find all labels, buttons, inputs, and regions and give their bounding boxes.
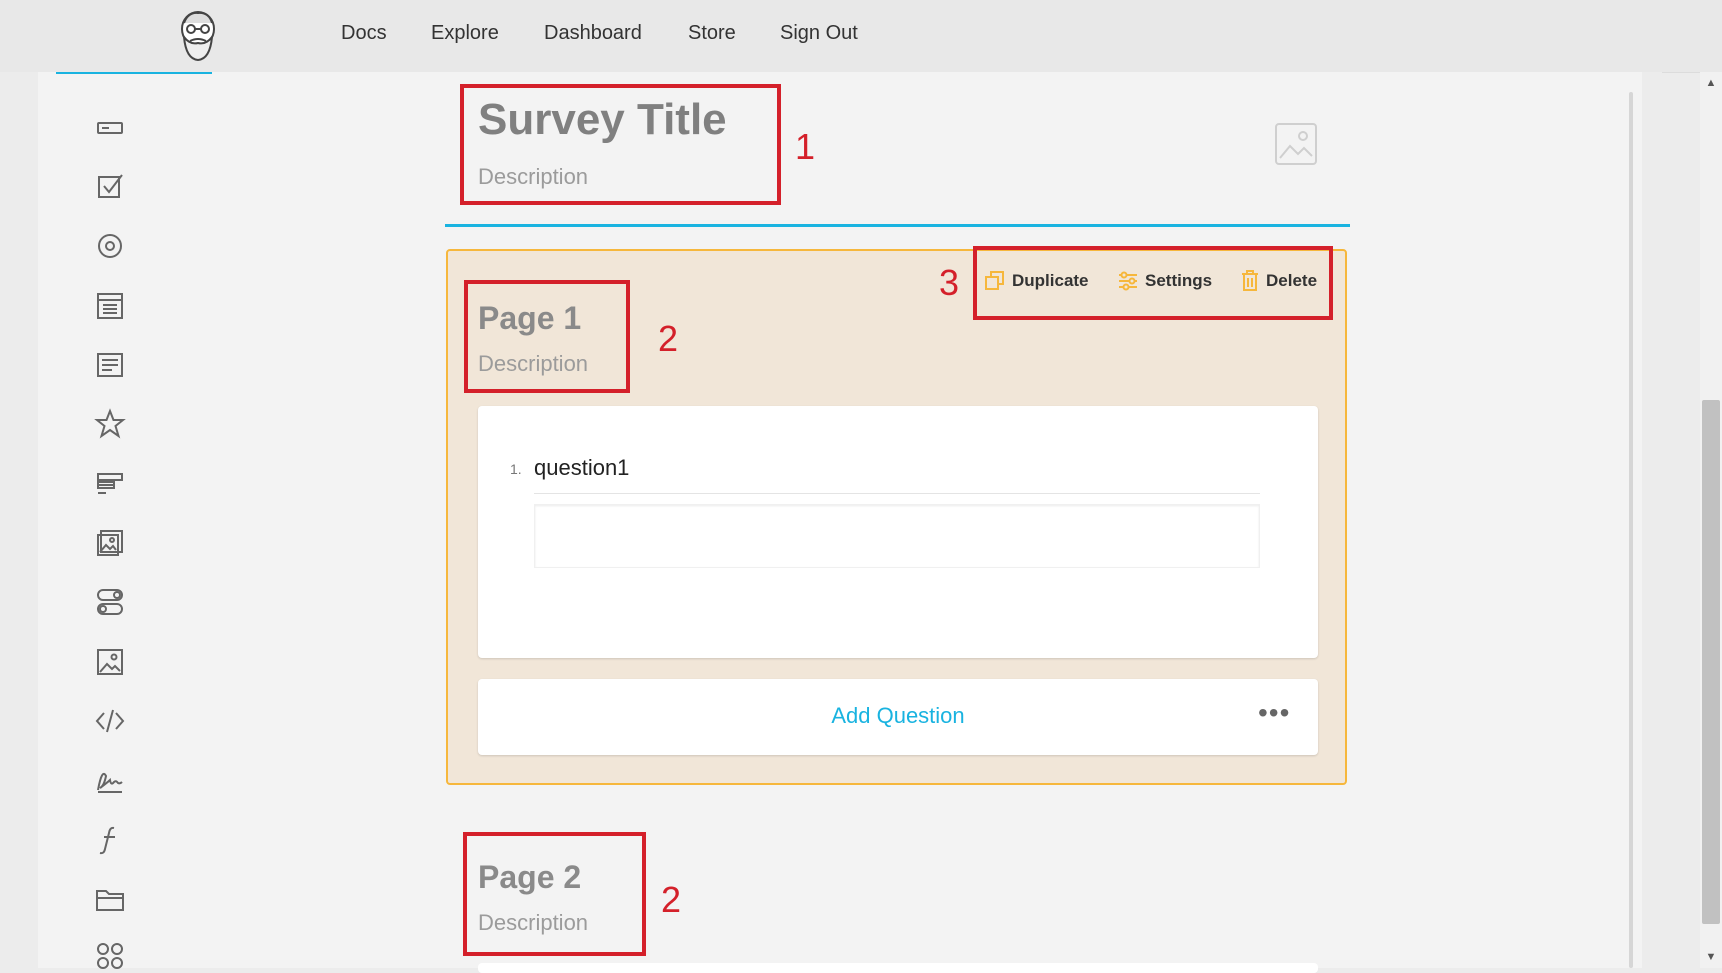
expression-icon[interactable]	[94, 824, 126, 856]
nav-dashboard[interactable]: Dashboard	[544, 22, 642, 45]
comment-icon[interactable]	[94, 349, 126, 381]
annotation-label-3: 3	[939, 262, 960, 303]
annotation-box-survey-title	[460, 84, 781, 205]
toolbox-active-indicator	[56, 72, 212, 74]
header-divider	[445, 224, 1350, 227]
rating-icon[interactable]	[94, 408, 126, 440]
annotation-box-page-actions	[973, 246, 1333, 320]
ranking-icon[interactable]	[94, 468, 126, 500]
right-gutter	[1642, 72, 1662, 968]
annotation-box-page-1	[464, 280, 630, 393]
question-title-underline	[534, 493, 1260, 494]
annotation-label-2a: 2	[658, 318, 679, 359]
nav-store[interactable]: Store	[688, 22, 736, 45]
annotation-box-page-2	[463, 832, 646, 956]
image-icon[interactable]	[94, 646, 126, 678]
annotation-label-1: 1	[795, 126, 816, 167]
survey-logo-placeholder-icon[interactable]	[1274, 122, 1318, 166]
question-number: 1.	[510, 461, 522, 477]
scroll-down-icon[interactable]: ▼	[1700, 948, 1722, 966]
add-question-button[interactable]: Add Question	[478, 703, 1318, 729]
checkbox-icon[interactable]	[94, 171, 126, 203]
add-question-bar: Add Question •••	[478, 679, 1318, 755]
designer-scrollbar[interactable]	[1629, 92, 1633, 968]
scroll-up-icon[interactable]: ▲	[1700, 74, 1722, 92]
dropdown-icon[interactable]	[94, 290, 126, 322]
signaturepad-icon[interactable]	[94, 764, 126, 796]
scrollbar-thumb[interactable]	[1702, 400, 1720, 924]
window-scrollbar[interactable]: ▲ ▼	[1700, 72, 1722, 968]
left-gutter	[0, 72, 38, 968]
top-navigation-bar: Docs Explore Dashboard Store Sign Out	[0, 0, 1722, 73]
nav-explore[interactable]: Explore	[431, 22, 499, 45]
matrix-icon[interactable]	[94, 940, 126, 972]
nav-docs[interactable]: Docs	[341, 22, 387, 45]
more-options-icon[interactable]: •••	[1258, 697, 1290, 729]
page-2-question-card[interactable]	[478, 963, 1318, 973]
text-input-icon[interactable]	[94, 112, 126, 144]
html-icon[interactable]	[94, 705, 126, 737]
question-text-input[interactable]	[534, 504, 1260, 568]
question-title[interactable]: question1	[534, 455, 629, 481]
toolbox-panel	[38, 72, 218, 968]
annotation-label-2b: 2	[661, 879, 682, 920]
logo-icon[interactable]	[176, 9, 220, 63]
file-icon[interactable]	[94, 883, 126, 915]
radiogroup-icon[interactable]	[94, 230, 126, 262]
nav-sign-out[interactable]: Sign Out	[780, 22, 858, 45]
boolean-icon[interactable]	[94, 586, 126, 618]
imagepicker-icon[interactable]	[94, 527, 126, 559]
